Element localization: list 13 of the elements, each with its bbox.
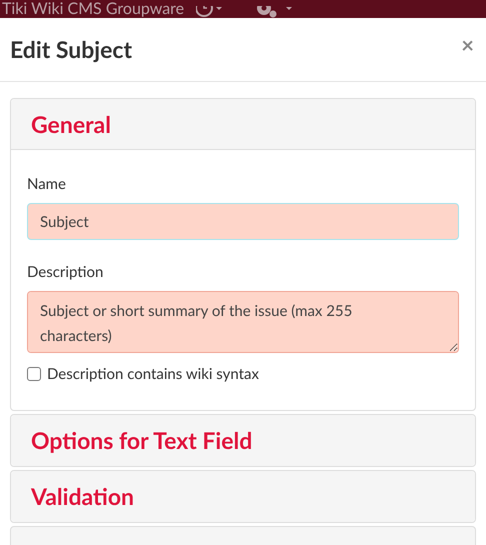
field-label: Description: [27, 262, 104, 282]
description-field[interactable]: Subject or short summary of the issue (max 255 characters): [27, 291, 459, 353]
checkbox-label: Description contains wiki syntax: [47, 364, 259, 385]
name-field[interactable]: Subject: [27, 203, 459, 240]
panel-header[interactable]: Validation: [11, 470, 475, 522]
site-title[interactable]: Tiki Wiki CMS Groupware: [2, 0, 184, 18]
panel-header[interactable]: Options for Text Field: [11, 414, 475, 466]
field-label: Name: [27, 174, 67, 194]
clock-icon[interactable]: [196, 6, 224, 18]
checkbox[interactable]: [27, 367, 41, 382]
modal-title: Edit Subject: [10, 34, 132, 66]
close-button[interactable]: ×: [461, 34, 474, 56]
panel-header[interactable]: General: [11, 99, 475, 150]
